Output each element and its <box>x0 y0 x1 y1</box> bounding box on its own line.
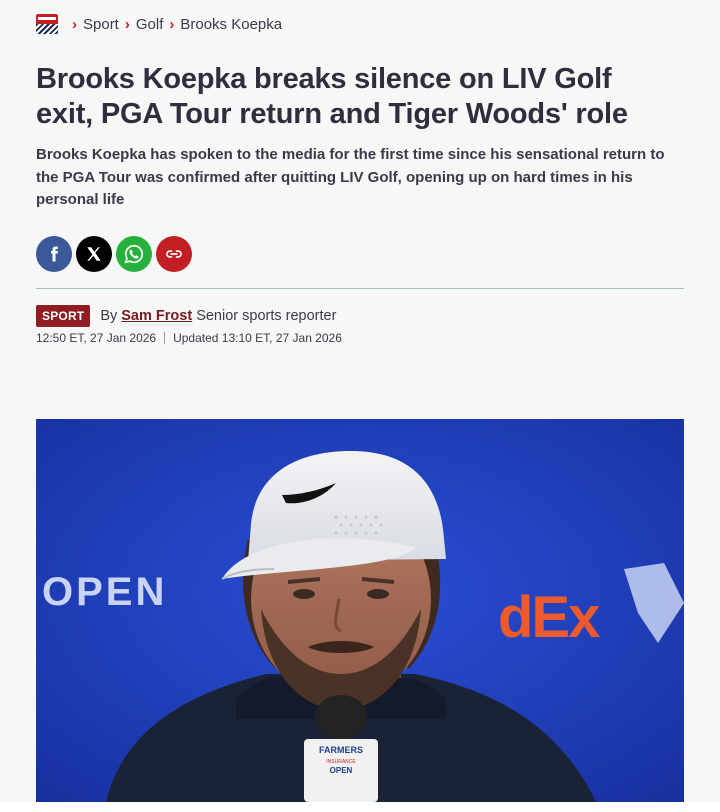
x-icon <box>87 247 101 261</box>
section-tag[interactable]: SPORT <box>36 305 91 327</box>
hero-photo-illustration: OPEN dEx FARMERS INSURANCE OPEN <box>36 419 684 802</box>
microphone-label-top: FARMERS <box>319 745 363 755</box>
breadcrumb-golf[interactable]: Golf <box>136 16 164 33</box>
microphone-label-sub: INSURANCE <box>326 759 356 765</box>
breadcrumb: › Sport › Golf › Brooks Koepka <box>36 14 282 34</box>
share-bar <box>36 236 192 272</box>
byline: SPORT By Sam Frost Senior sports reporte… <box>36 305 336 327</box>
breadcrumb-sport[interactable]: Sport <box>83 16 119 33</box>
published-time: 12:50 ET, 27 Jan 2026 <box>36 331 157 345</box>
timestamp-separator <box>164 332 166 344</box>
article-hero-image[interactable]: OPEN dEx FARMERS INSURANCE OPEN <box>36 419 684 802</box>
whatsapp-share-button[interactable] <box>116 236 152 272</box>
byline-prefix: By <box>100 308 118 324</box>
copy-link-share-button[interactable] <box>156 236 192 272</box>
article-timestamps: 12:50 ET, 27 Jan 2026 Updated 13:10 ET, … <box>36 331 342 345</box>
author-link[interactable]: Sam Frost <box>121 308 192 324</box>
facebook-icon <box>51 246 58 262</box>
chevron-right-icon: › <box>124 15 130 33</box>
chevron-right-icon: › <box>169 15 175 33</box>
divider <box>36 288 684 289</box>
author-role: Senior sports reporter <box>196 308 337 324</box>
link-icon <box>166 250 182 258</box>
microphone-label-bottom: OPEN <box>330 766 353 775</box>
breadcrumb-brooks-koepka[interactable]: Brooks Koepka <box>180 16 282 33</box>
article-headline: Brooks Koepka breaks silence on LIV Golf… <box>36 63 628 130</box>
bottom-strip <box>0 802 720 812</box>
x-share-button[interactable] <box>76 236 112 272</box>
whatsapp-icon <box>124 244 144 264</box>
chevron-right-icon: › <box>72 15 77 33</box>
background-sponsor-text: dEx <box>498 585 600 650</box>
site-logo-icon[interactable] <box>36 14 58 34</box>
article-standfirst: Brooks Koepka has spoken to the media fo… <box>36 146 665 208</box>
facebook-share-button[interactable] <box>36 236 72 272</box>
updated-time: Updated 13:10 ET, 27 Jan 2026 <box>173 331 342 345</box>
background-open-text: OPEN <box>42 570 167 614</box>
